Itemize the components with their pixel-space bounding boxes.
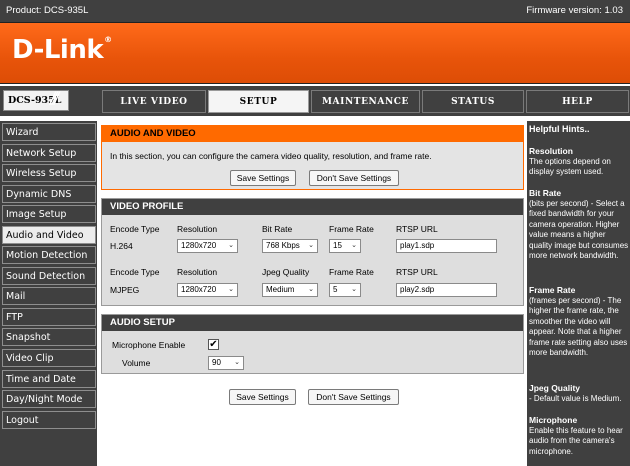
jpeg-quality-select-value: Medium bbox=[266, 285, 295, 294]
encode-type-value-2: MJPEG bbox=[110, 285, 140, 295]
hint-frame-rate: Frame Rate (frames per second) - The hig… bbox=[529, 285, 629, 359]
tab-live-video[interactable]: LIVE VIDEO bbox=[102, 90, 206, 113]
hint-resolution-text: The options depend on display system use… bbox=[529, 156, 611, 177]
sidebar-item-ftp[interactable]: FTP bbox=[2, 308, 96, 326]
chevron-down-icon: ⌄ bbox=[351, 286, 357, 293]
sidebar-item-network-setup[interactable]: Network Setup bbox=[2, 144, 96, 162]
hint-frame-rate-text: (frames per second) - The higher the fra… bbox=[529, 295, 628, 358]
sidebar-item-image-setup[interactable]: Image Setup bbox=[2, 205, 96, 223]
hint-jpeg-quality-text: - Default value is Medium. bbox=[529, 393, 622, 403]
hint-frame-rate-title: Frame Rate bbox=[529, 285, 576, 295]
volume-select-value: 90 bbox=[212, 358, 221, 367]
logo-text: D-Link bbox=[12, 35, 104, 65]
hint-bit-rate: Bit Rate (bits per second) - Select a fi… bbox=[529, 188, 629, 262]
tab-setup[interactable]: SETUP bbox=[208, 90, 309, 113]
sidebar-item-motion-detection[interactable]: Motion Detection bbox=[2, 246, 96, 264]
hint-bit-rate-title: Bit Rate bbox=[529, 188, 562, 198]
tab-status[interactable]: STATUS bbox=[422, 90, 524, 113]
bit-rate-select-value: 768 Kbps bbox=[266, 241, 300, 250]
jpeg-quality-select[interactable]: Medium ⌄ bbox=[262, 283, 318, 297]
brand-banner: D-Link® bbox=[0, 22, 630, 84]
helpful-hints-panel: Helpful Hints.. Resolution The options d… bbox=[527, 121, 630, 466]
audio-video-title: AUDIO AND VIDEO bbox=[102, 126, 523, 142]
col-header-encode-type-2: Encode Type bbox=[110, 267, 160, 277]
bit-rate-select[interactable]: 768 Kbps ⌄ bbox=[262, 239, 318, 253]
sidebar-item-day-night-mode[interactable]: Day/Night Mode bbox=[2, 390, 96, 408]
chevron-down-icon: ⌄ bbox=[308, 242, 314, 249]
hint-resolution: Resolution The options depend on display… bbox=[529, 146, 629, 178]
volume-label: Volume bbox=[122, 358, 151, 368]
resolution-select-1-value: 1280x720 bbox=[181, 241, 217, 250]
sidebar-item-sound-detection[interactable]: Sound Detection bbox=[2, 267, 96, 285]
hint-microphone-text: Enable this feature to hear audio from t… bbox=[529, 425, 623, 456]
tab-help[interactable]: HELP bbox=[526, 90, 629, 113]
product-label: Product: DCS-935L bbox=[6, 5, 89, 16]
hint-resolution-title: Resolution bbox=[529, 146, 573, 156]
resolution-select-1[interactable]: 1280x720 ⌄ bbox=[177, 239, 238, 253]
rtsp-url-input-2[interactable]: play2.sdp bbox=[396, 283, 497, 297]
video-profile-title: VIDEO PROFILE bbox=[102, 199, 523, 215]
dlink-logo: D-Link® bbox=[12, 35, 112, 65]
model-badge: DCS-935L bbox=[3, 90, 69, 111]
sidebar-item-wireless-setup[interactable]: Wireless Setup bbox=[2, 164, 96, 182]
sidebar-item-audio-and-video[interactable]: Audio and Video bbox=[2, 226, 96, 244]
save-settings-button-top[interactable]: Save Settings bbox=[230, 170, 296, 186]
microphone-enable-checkbox[interactable]: ✔ bbox=[208, 339, 219, 350]
resolution-select-2[interactable]: 1280x720 ⌄ bbox=[177, 283, 238, 297]
chevron-down-icon: ⌄ bbox=[234, 359, 240, 366]
sidebar-item-video-clip[interactable]: Video Clip bbox=[2, 349, 96, 367]
model-slashes: /// bbox=[50, 89, 59, 109]
col-header-jpeg-quality: Jpeg Quality bbox=[262, 267, 310, 277]
col-header-encode-type-1: Encode Type bbox=[110, 224, 160, 234]
hint-jpeg-quality-title: Jpeg Quality bbox=[529, 383, 581, 393]
sidebar-item-mail[interactable]: Mail bbox=[2, 287, 96, 305]
chevron-down-icon: ⌄ bbox=[228, 286, 234, 293]
chevron-down-icon: ⌄ bbox=[228, 242, 234, 249]
hint-microphone-title: Microphone bbox=[529, 415, 578, 425]
audio-video-panel: AUDIO AND VIDEO In this section, you can… bbox=[101, 125, 524, 190]
col-header-frame-rate-2: Frame Rate bbox=[329, 267, 374, 277]
col-header-resolution-1: Resolution bbox=[177, 224, 218, 234]
volume-select[interactable]: 90 ⌄ bbox=[208, 356, 244, 370]
audio-setup-title: AUDIO SETUP bbox=[102, 315, 523, 331]
main-content: AUDIO AND VIDEO In this section, you can… bbox=[98, 121, 527, 466]
audio-setup-panel: AUDIO SETUP Microphone Enable ✔ Volume 9… bbox=[101, 314, 524, 374]
frame-rate-select-2[interactable]: 5 ⌄ bbox=[329, 283, 361, 297]
col-header-rtsp-url-1: RTSP URL bbox=[396, 224, 438, 234]
sidebar-item-time-and-date[interactable]: Time and Date bbox=[2, 370, 96, 388]
save-settings-button-bottom[interactable]: Save Settings bbox=[229, 389, 296, 405]
frame-rate-select-2-value: 5 bbox=[333, 285, 338, 294]
firmware-label: Firmware version: 1.03 bbox=[526, 5, 623, 16]
video-profile-panel: VIDEO PROFILE Encode Type Resolution Bit… bbox=[101, 198, 524, 306]
resolution-select-2-value: 1280x720 bbox=[181, 285, 217, 294]
hint-bit-rate-text: (bits per second) - Select a fixed bandw… bbox=[529, 198, 629, 261]
col-header-resolution-2: Resolution bbox=[177, 267, 218, 277]
sidebar-item-logout[interactable]: Logout bbox=[2, 411, 96, 429]
logo-registered-mark: ® bbox=[104, 35, 112, 44]
col-header-frame-rate-1: Frame Rate bbox=[329, 224, 374, 234]
dont-save-settings-button-top[interactable]: Don't Save Settings bbox=[309, 170, 399, 186]
frame-rate-select-1-value: 15 bbox=[333, 241, 342, 250]
hints-title: Helpful Hints.. bbox=[529, 124, 590, 134]
hint-jpeg-quality: Jpeg Quality - Default value is Medium. bbox=[529, 383, 629, 404]
hint-microphone: Microphone Enable this feature to hear a… bbox=[529, 415, 629, 457]
col-header-rtsp-url-2: RTSP URL bbox=[396, 267, 438, 277]
tab-maintenance[interactable]: MAINTENANCE bbox=[311, 90, 420, 113]
chevron-down-icon: ⌄ bbox=[308, 286, 314, 293]
chevron-down-icon: ⌄ bbox=[351, 242, 357, 249]
col-header-bit-rate: Bit Rate bbox=[262, 224, 293, 234]
sidebar-item-wizard[interactable]: Wizard bbox=[2, 123, 96, 141]
sidebar-item-snapshot[interactable]: Snapshot bbox=[2, 328, 96, 346]
frame-rate-select-1[interactable]: 15 ⌄ bbox=[329, 239, 361, 253]
top-bar: Product: DCS-935L Firmware version: 1.03 bbox=[0, 0, 630, 22]
audio-video-description: In this section, you can configure the c… bbox=[110, 151, 432, 161]
rtsp-url-input-1[interactable]: play1.sdp bbox=[396, 239, 497, 253]
encode-type-value-1: H.264 bbox=[110, 241, 133, 251]
sidebar: Wizard Network Setup Wireless Setup Dyna… bbox=[0, 121, 97, 466]
sidebar-item-dynamic-dns[interactable]: Dynamic DNS bbox=[2, 185, 96, 203]
dont-save-settings-button-bottom[interactable]: Don't Save Settings bbox=[308, 389, 399, 405]
microphone-enable-label: Microphone Enable bbox=[112, 340, 186, 350]
